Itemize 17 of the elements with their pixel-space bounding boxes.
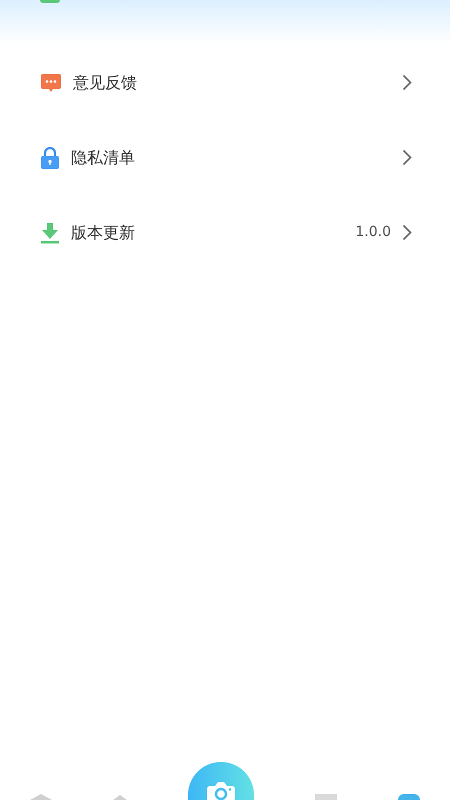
menu-item[interactable]: 版本更新 1.0.0 xyxy=(0,195,450,270)
chevron-icon xyxy=(402,224,412,241)
menu-label: 隐私清单 xyxy=(71,146,136,168)
download-icon xyxy=(40,222,60,244)
camera-button[interactable] xyxy=(188,762,254,800)
chevron-icon xyxy=(402,74,412,91)
version-text: 1.0.0 xyxy=(355,223,391,242)
menu-label: 意见反馈 xyxy=(73,72,138,94)
home-icon[interactable] xyxy=(30,794,52,800)
chat-bubble-icon xyxy=(40,72,62,92)
menu-item[interactable]: 意见反馈 xyxy=(0,45,450,120)
chevron-icon xyxy=(402,149,412,166)
camera-icon xyxy=(206,782,236,800)
menu-item[interactable]: 隐私清单 xyxy=(0,120,450,195)
profile-icon[interactable] xyxy=(398,794,420,800)
lock-icon xyxy=(40,146,60,168)
menu-label: 版本更新 xyxy=(71,222,136,244)
